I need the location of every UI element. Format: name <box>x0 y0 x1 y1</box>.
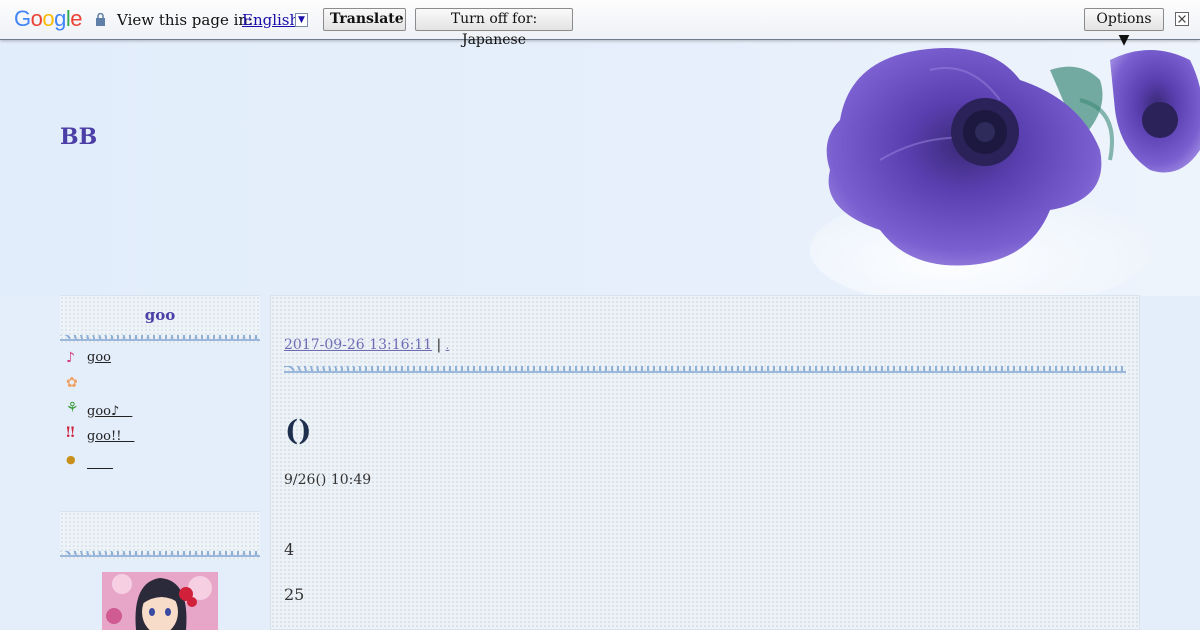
lace-divider <box>60 335 260 341</box>
post-category-link[interactable]: . <box>446 339 450 352</box>
exclamation-icon: ‼ <box>66 425 75 441</box>
post-separator: | <box>436 337 442 353</box>
lock-icon <box>96 13 105 26</box>
post-time: 9/26() 10:49 <box>284 472 372 488</box>
language-dropdown-icon[interactable]: ▼ <box>295 13 308 27</box>
language-link[interactable]: English <box>242 11 299 29</box>
sidebar-item-label[interactable]: goo♪＿ <box>87 400 132 419</box>
translate-prompt: View this page in: <box>117 11 254 29</box>
lace-divider <box>60 551 260 557</box>
lace-divider <box>284 366 1126 373</box>
turn-off-button[interactable]: Turn off for: Japanese <box>415 8 573 48</box>
options-button[interactable]: Options ▼ <box>1084 8 1164 48</box>
sprout-icon: ⚘ <box>66 400 79 416</box>
sidebar-box-goo: goo <box>60 295 260 343</box>
translate-bar: Google View this page in: English ▼ Tran… <box>0 0 1200 48</box>
translate-button[interactable]: Translate <box>323 8 406 31</box>
anemone-flower-image <box>810 48 1200 296</box>
sidebar-item-label[interactable]: goo <box>87 350 111 365</box>
flower-icon: ✿ <box>66 375 78 391</box>
google-logo: Google <box>14 6 83 31</box>
avatar[interactable] <box>102 572 218 630</box>
post-date-link[interactable]: 2017-09-26 13:16:11 <box>284 337 432 353</box>
post-title: () <box>285 414 312 447</box>
sidebar-box-profile <box>60 511 260 559</box>
sidebar-item-label[interactable]: ＿＿ <box>87 452 113 471</box>
acorn-icon: ● <box>66 453 76 466</box>
post-meta: 2017-09-26 13:16:11 | . <box>284 337 449 353</box>
post-body-line: 25 <box>284 585 305 604</box>
sidebar-heading: goo <box>144 306 176 324</box>
close-icon[interactable] <box>1175 12 1189 26</box>
sidebar-item-label[interactable]: goo!!＿ <box>87 425 134 444</box>
post-body-line: 4 <box>284 540 295 559</box>
blog-title[interactable]: BB <box>60 124 97 150</box>
music-note-icon: ♪ <box>66 350 75 366</box>
blog-header: BB <box>0 40 1200 296</box>
blog-post: 2017-09-26 13:16:11 | . () 9/26() 10:49 … <box>270 295 1140 630</box>
